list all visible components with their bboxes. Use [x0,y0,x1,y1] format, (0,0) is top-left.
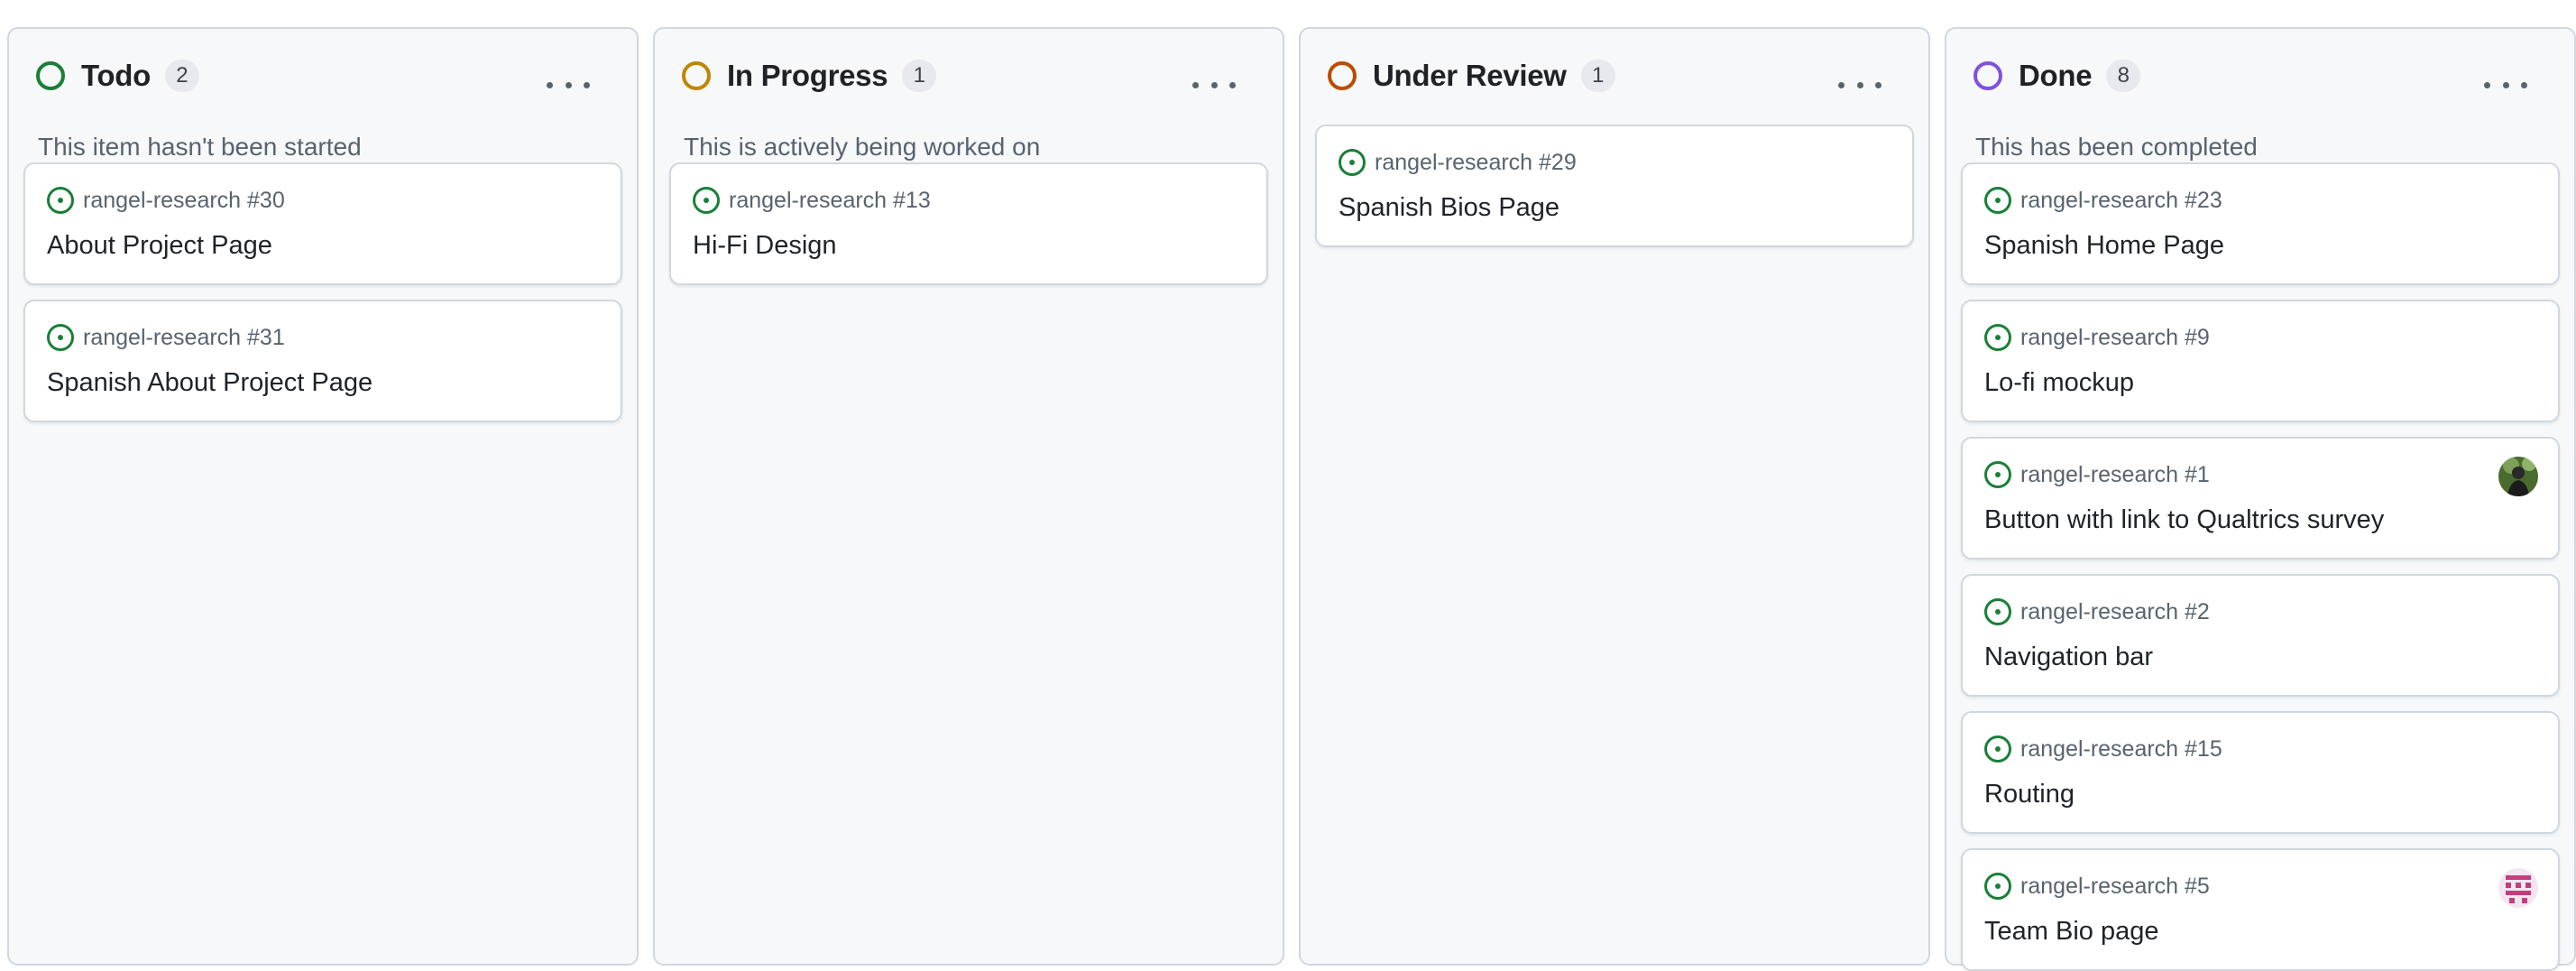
column-count-badge: 8 [2106,60,2141,92]
card-meta: rangel-research #9 [1984,323,2210,352]
column-description: This is actively being worked on [684,133,1041,161]
column-header: Todo 2 [36,56,199,96]
column-title: Under Review [1373,59,1567,92]
card-meta: rangel-research #15 [1984,735,2222,763]
issue-reference: rangel-research #29 [1375,149,1577,175]
column-header: Done 8 [1973,56,2141,96]
issue-reference: rangel-research #30 [83,187,285,213]
column-in-progress: In Progress 1 This is actively being wor… [653,27,1284,966]
issue-reference: rangel-research #31 [83,324,285,350]
status-circle-icon [682,61,711,90]
card-meta: rangel-research #29 [1339,148,1577,177]
issue-opened-icon [1984,324,2011,351]
issue-title[interactable]: Spanish About Project Page [47,368,373,398]
issue-title[interactable]: Team Bio page [1984,917,2158,947]
issue-opened-icon [1984,598,2011,625]
issue-card[interactable]: rangel-research #1 Button with link to Q… [1961,437,2560,559]
column-title: Done [2019,59,2093,92]
column-count-badge: 1 [1580,60,1615,92]
column-count-badge: 2 [164,60,199,92]
issue-opened-icon [47,324,74,351]
status-circle-icon [1973,61,2002,90]
issue-title[interactable]: Spanish Home Page [1984,231,2224,261]
issue-title[interactable]: Spanish Bios Page [1339,193,1559,223]
card-meta: rangel-research #13 [693,186,931,215]
issue-card[interactable]: rangel-research #31 Spanish About Projec… [23,300,622,422]
column-under-review: Under Review 1 rangel-research #29 Spani… [1299,27,1930,966]
issue-opened-icon [1984,873,2011,900]
issue-reference: rangel-research #2 [2020,598,2210,624]
issue-opened-icon [1339,149,1366,176]
issue-opened-icon [1984,461,2011,488]
project-board: Todo 2 This item hasn't been started ran… [0,0,2576,971]
avatar-photo-icon [2498,457,2538,496]
column-count-badge: 1 [902,60,937,92]
card-meta: rangel-research #2 [1984,597,2210,626]
issue-reference: rangel-research #13 [729,187,931,213]
issue-title[interactable]: About Project Page [47,231,272,261]
kebab-horizontal-icon[interactable] [1838,72,1881,97]
issue-card[interactable]: rangel-research #15 Routing [1961,711,2560,834]
column-header: In Progress 1 [682,56,937,96]
issue-reference: rangel-research #15 [2020,735,2222,762]
issue-opened-icon [47,187,74,214]
issue-reference: rangel-research #9 [2020,324,2210,350]
kebab-horizontal-icon[interactable] [547,72,590,97]
issue-title[interactable]: Lo-fi mockup [1984,368,2134,398]
issue-card[interactable]: rangel-research #29 Spanish Bios Page [1315,125,1914,247]
status-circle-icon [1328,61,1357,90]
issue-title[interactable]: Hi-Fi Design [693,231,837,261]
issue-title[interactable]: Routing [1984,780,2075,809]
issue-card[interactable]: rangel-research #2 Navigation bar [1961,574,2560,697]
card-meta: rangel-research #30 [47,186,285,215]
issue-opened-icon [1984,187,2011,214]
issue-title[interactable]: Button with link to Qualtrics survey [1984,505,2384,535]
issue-opened-icon [1984,735,2011,763]
issue-reference: rangel-research #5 [2020,873,2210,899]
issue-card[interactable]: rangel-research #23 Spanish Home Page [1961,162,2560,285]
issue-card[interactable]: rangel-research #13 Hi-Fi Design [669,162,1268,285]
kebab-horizontal-icon[interactable] [1192,72,1236,97]
card-meta: rangel-research #1 [1984,460,2210,489]
column-header: Under Review 1 [1328,56,1615,96]
column-description: This has been completed [1975,133,2258,161]
status-circle-icon [36,61,65,90]
issue-reference: rangel-research #1 [2020,461,2210,487]
card-meta: rangel-research #5 [1984,872,2210,901]
column-description: This item hasn't been started [38,133,362,161]
issue-card[interactable]: rangel-research #9 Lo-fi mockup [1961,300,2560,422]
card-meta: rangel-research #31 [47,323,285,352]
issue-card[interactable]: rangel-research #5 Team Bio page [1961,848,2560,971]
issue-reference: rangel-research #23 [2020,187,2222,213]
issue-title[interactable]: Navigation bar [1984,643,2153,672]
column-done: Done 8 This has been completed rangel-re… [1945,27,2576,971]
kebab-horizontal-icon[interactable] [2484,72,2527,97]
column-todo: Todo 2 This item hasn't been started ran… [7,27,639,966]
avatar-identicon-icon [2498,868,2538,908]
card-meta: rangel-research #23 [1984,186,2222,215]
user-avatar[interactable] [2498,457,2538,496]
issue-opened-icon [693,187,720,214]
column-title: In Progress [727,59,888,92]
user-avatar[interactable] [2498,868,2538,908]
issue-card[interactable]: rangel-research #30 About Project Page [23,162,622,285]
column-title: Todo [81,59,151,92]
